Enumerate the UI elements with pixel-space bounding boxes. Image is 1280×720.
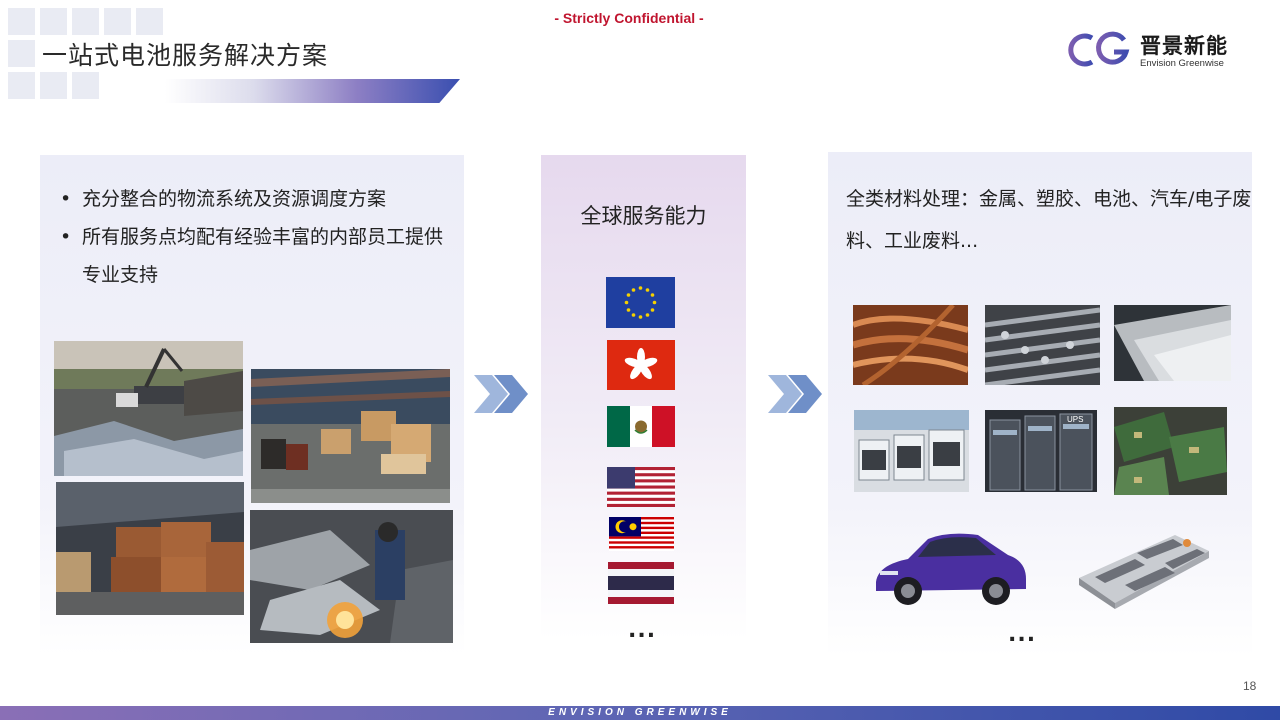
- more-countries-ellipsis: ...: [628, 618, 657, 643]
- bullet-item: 充分整合的物流系统及资源调度方案: [50, 180, 450, 218]
- usa-flag: [607, 467, 675, 507]
- page-title: 一站式电池服务解决方案: [42, 41, 329, 70]
- global-service-title: 全球服务能力: [580, 204, 707, 228]
- logo-chinese-name: 晋景新能: [1140, 34, 1228, 58]
- eu-flag: [606, 277, 675, 328]
- battery-pack-photo: [1075, 523, 1212, 611]
- logo-english-name: Envision Greenwise: [1140, 58, 1224, 69]
- confidential-label: - Strictly Confidential -: [554, 10, 704, 26]
- svg-text:UPS: UPS: [1067, 415, 1083, 424]
- mexico-flag: [607, 406, 675, 447]
- circuit-boards-photo: [1114, 407, 1227, 495]
- decor-square: [8, 40, 35, 67]
- footer-brand-text: ENVISION GREENWISE: [548, 707, 732, 718]
- double-chevron-right-icon: [474, 375, 528, 413]
- metal-cutting-photo: [250, 510, 453, 643]
- scrapyard-photo: [54, 341, 243, 476]
- battery-storage-photo: [854, 410, 969, 492]
- more-materials-ellipsis: ...: [1008, 622, 1037, 647]
- plastic-pellets-photo: [1114, 305, 1231, 381]
- material-types-text: 全类材料处理：金属、塑胶、电池、汽车/电子废料、工业废料...: [846, 188, 1252, 252]
- hong-kong-flag: [607, 340, 675, 390]
- copper-bales-photo: [56, 482, 244, 615]
- decor-square: [40, 72, 67, 99]
- copper-wire-photo: [853, 305, 968, 385]
- steel-rods-photo: [985, 305, 1100, 385]
- ups-cabinets-photo: UPS: [985, 410, 1097, 492]
- decor-square: [72, 72, 99, 99]
- page-number: 18: [1243, 679, 1257, 693]
- decor-square: [8, 72, 35, 99]
- malaysia-flag: [609, 517, 674, 551]
- electric-car-photo: [868, 527, 1030, 609]
- double-chevron-right-icon: [768, 375, 822, 413]
- eg-logo-icon: [1068, 31, 1130, 67]
- warehouse-photo: [251, 369, 450, 503]
- thailand-flag: [608, 562, 674, 604]
- bullet-item: 所有服务点均配有经验丰富的内部员工提供专业支持: [50, 218, 450, 294]
- title-underline-bar: [165, 79, 460, 103]
- left-bullet-list: 充分整合的物流系统及资源调度方案 所有服务点均配有经验丰富的内部员工提供专业支持: [50, 180, 450, 294]
- brand-logo: 晋景新能 Envision Greenwise: [1062, 30, 1242, 72]
